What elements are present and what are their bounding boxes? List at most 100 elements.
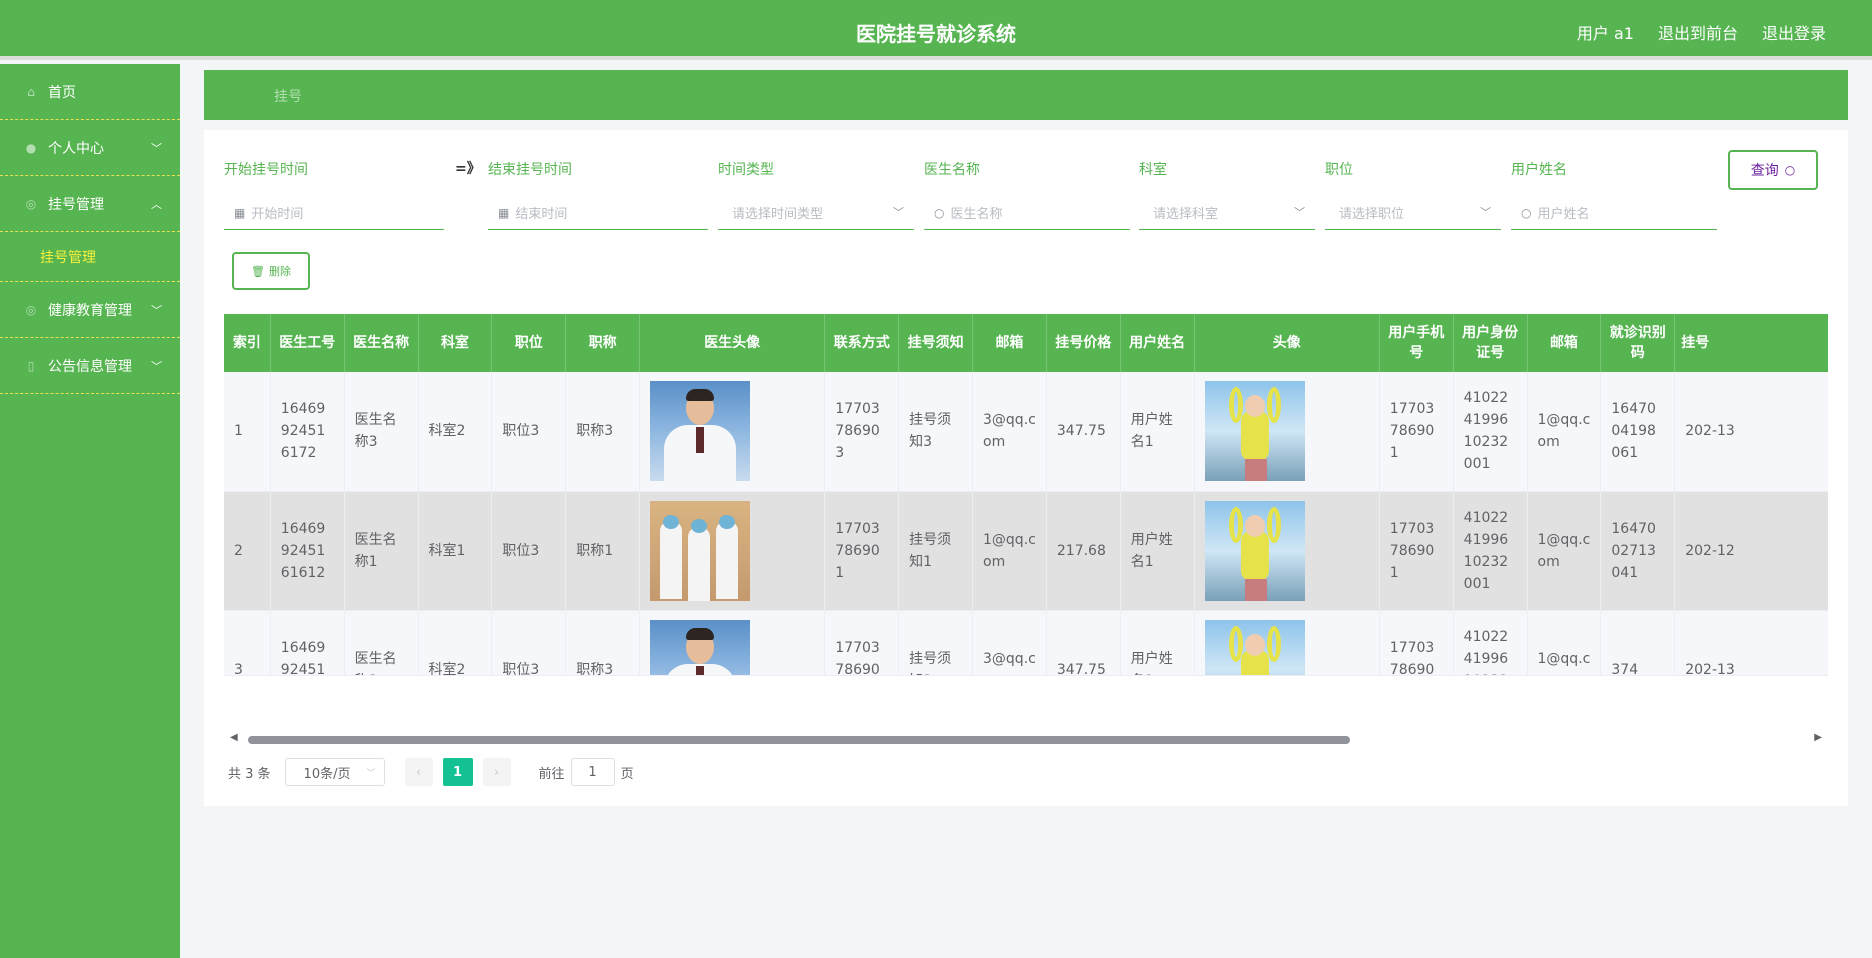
column-header[interactable]: 挂号	[1674, 314, 1828, 372]
query-button[interactable]: 查询 ○	[1728, 150, 1818, 190]
cell-reg-time: 202-13	[1674, 372, 1828, 492]
scrollbar-thumb[interactable]	[248, 736, 1350, 744]
cell-price: 217.68	[1046, 491, 1121, 611]
delete-button-label: 删除	[268, 265, 291, 278]
cell-contact: 17703786903	[824, 372, 900, 492]
column-header[interactable]: 头像	[1194, 314, 1380, 372]
back-to-frontend-link[interactable]: 退出到前台	[1658, 20, 1738, 44]
cell-user-photo	[1194, 491, 1380, 611]
column-header[interactable]: 职称	[565, 314, 641, 372]
doctor-name-input[interactable]: ○ 医生名称	[924, 196, 1130, 230]
goto-page-input[interactable]: 1	[570, 758, 615, 786]
cell-visit-code: 1647004198061	[1600, 372, 1676, 492]
cell-contact: 17703786903	[824, 610, 900, 675]
chevron-up-icon: ︿	[151, 197, 162, 211]
chevron-down-icon: ﹀	[893, 206, 904, 219]
filter-label: 科室	[1139, 162, 1167, 178]
sidebar-item-notice-management[interactable]: ▯ 公告信息管理 ﹀	[0, 338, 180, 394]
column-header[interactable]: 用户手机号	[1379, 314, 1454, 372]
column-header[interactable]: 科室	[418, 314, 493, 372]
filter-label: 时间类型	[718, 162, 774, 178]
delete-button[interactable]: 🗑 删除	[232, 252, 310, 290]
cell-user-name: 用户姓名1	[1120, 610, 1195, 675]
user-photo[interactable]	[1204, 381, 1305, 482]
table-header-row: 索引 医生工号 医生名称 科室 职位 职称 医生头像 联系方式 挂号须知 邮箱 …	[224, 314, 1828, 372]
user-photo[interactable]	[1204, 500, 1305, 601]
sidebar-item-personal-center[interactable]: ● 个人中心 ﹀	[0, 120, 180, 176]
breadcrumb-current[interactable]: 挂号	[274, 86, 302, 106]
select-placeholder: 请选择科室	[1153, 207, 1219, 222]
page-number-current[interactable]: 1	[442, 758, 473, 786]
cell-index: 2	[224, 491, 271, 611]
doctor-photo[interactable]	[650, 381, 751, 482]
column-header[interactable]: 邮箱	[1527, 314, 1602, 372]
table-horizontal-scrollbar[interactable]: ◀ ▶	[224, 732, 1828, 746]
cell-doctor-no: 164699245161612	[270, 491, 345, 611]
cell-user-email: 1@qq.com	[1527, 610, 1602, 675]
column-header[interactable]: 职位	[491, 314, 567, 372]
filter-doctor-name: 医生名称 ○ 医生名称	[924, 160, 1130, 230]
goto-prefix: 前往	[538, 766, 565, 782]
current-user-link[interactable]: 用户 a1	[1577, 20, 1634, 44]
column-header[interactable]: 索引	[224, 314, 271, 372]
prev-page-button[interactable]: ‹	[404, 758, 433, 786]
calendar-icon: ▦	[498, 205, 510, 220]
filter-label: 开始挂号时间	[224, 162, 308, 178]
column-header[interactable]: 邮箱	[972, 314, 1047, 372]
column-header[interactable]: 用户姓名	[1120, 314, 1195, 372]
cell-email: 3@qq.com	[972, 610, 1047, 675]
column-header[interactable]: 就诊识别码	[1600, 314, 1676, 372]
scroll-right-icon[interactable]: ▶	[1814, 732, 1822, 743]
next-page-button[interactable]: ›	[482, 758, 511, 786]
column-header[interactable]: 医生工号	[270, 314, 345, 372]
chevron-down-icon: ﹀	[366, 768, 376, 779]
cell-index: 1	[224, 372, 271, 492]
chevron-down-icon: ﹀	[151, 141, 162, 155]
column-header[interactable]: 医生头像	[639, 314, 826, 372]
filter-label: 用户姓名	[1511, 162, 1567, 178]
cell-doctor-photo	[639, 372, 826, 492]
cell-doctor-name: 医生名称3	[344, 372, 419, 492]
cell-user-email: 1@qq.com	[1527, 372, 1602, 492]
doctor-photo[interactable]	[650, 500, 751, 601]
user-name-input[interactable]: ○ 用户姓名	[1511, 196, 1717, 230]
column-header[interactable]: 用户身份证号	[1453, 314, 1528, 372]
column-header[interactable]: 联系方式	[824, 314, 900, 372]
column-header[interactable]: 挂号须知	[898, 314, 974, 372]
table-row[interactable]: 2 164699245161612 医生名称1 科室1 职位3 职称1 1770…	[224, 491, 1828, 611]
page-size-value: 10条/页	[303, 766, 351, 782]
sidebar-item-health-education[interactable]: ◎ 健康教育管理 ﹀	[0, 282, 180, 338]
cell-notice: 挂号须知3	[898, 372, 974, 492]
top-header: 医院挂号就诊系统 用户 a1 退出到前台 退出登录	[0, 0, 1872, 60]
position-select[interactable]: 请选择职位 ﹀	[1325, 196, 1501, 230]
sidebar-item-home[interactable]: ⌂ 首页	[0, 64, 180, 120]
cell-user-email: 1@qq.com	[1527, 491, 1602, 611]
select-placeholder: 请选择时间类型	[732, 207, 824, 222]
table-row[interactable]: 1 16469924516172 医生名称3 科室2 职位3 职称3 17703…	[224, 372, 1828, 492]
cell-position: 职位3	[491, 610, 567, 675]
page-size-select[interactable]: 10条/页 ﹀	[284, 758, 385, 786]
main-panel: 开始挂号时间 ▦ 开始时间 =》 结束挂号时间 ▦ 结束时间 时间类型 请选择时…	[204, 130, 1848, 806]
time-type-select[interactable]: 请选择时间类型 ﹀	[718, 196, 914, 230]
cell-reg-time: 202-13	[1674, 610, 1828, 675]
start-time-input[interactable]: ▦ 开始时间	[224, 196, 444, 230]
sidebar-item-registration-management[interactable]: ◎ 挂号管理 ︿	[0, 176, 180, 232]
search-icon: ○	[1784, 163, 1796, 177]
cell-email: 3@qq.com	[972, 372, 1047, 492]
calendar-icon: ▦	[234, 205, 246, 220]
end-time-input[interactable]: ▦ 结束时间	[488, 196, 708, 230]
user-photo[interactable]	[1204, 619, 1305, 675]
column-header[interactable]: 医生名称	[344, 314, 419, 372]
department-select[interactable]: 请选择科室 ﹀	[1139, 196, 1315, 230]
doctor-photo[interactable]	[650, 619, 751, 675]
cell-user-phone: 17703786901	[1379, 372, 1454, 492]
filter-label: 结束挂号时间	[488, 162, 572, 178]
register-icon: ◎	[25, 196, 37, 211]
table-row[interactable]: 3 16469924516172 医生名称3 科室2 职位3 职称3 17703…	[224, 610, 1828, 675]
filter-label: 职位	[1325, 162, 1353, 178]
sidebar-subitem-registration-management[interactable]: 挂号管理	[0, 232, 180, 282]
logout-link[interactable]: 退出登录	[1762, 20, 1826, 44]
column-header[interactable]: 挂号价格	[1046, 314, 1121, 372]
scroll-left-icon[interactable]: ◀	[230, 732, 238, 743]
filter-user-name: 用户姓名 ○ 用户姓名	[1511, 160, 1717, 230]
